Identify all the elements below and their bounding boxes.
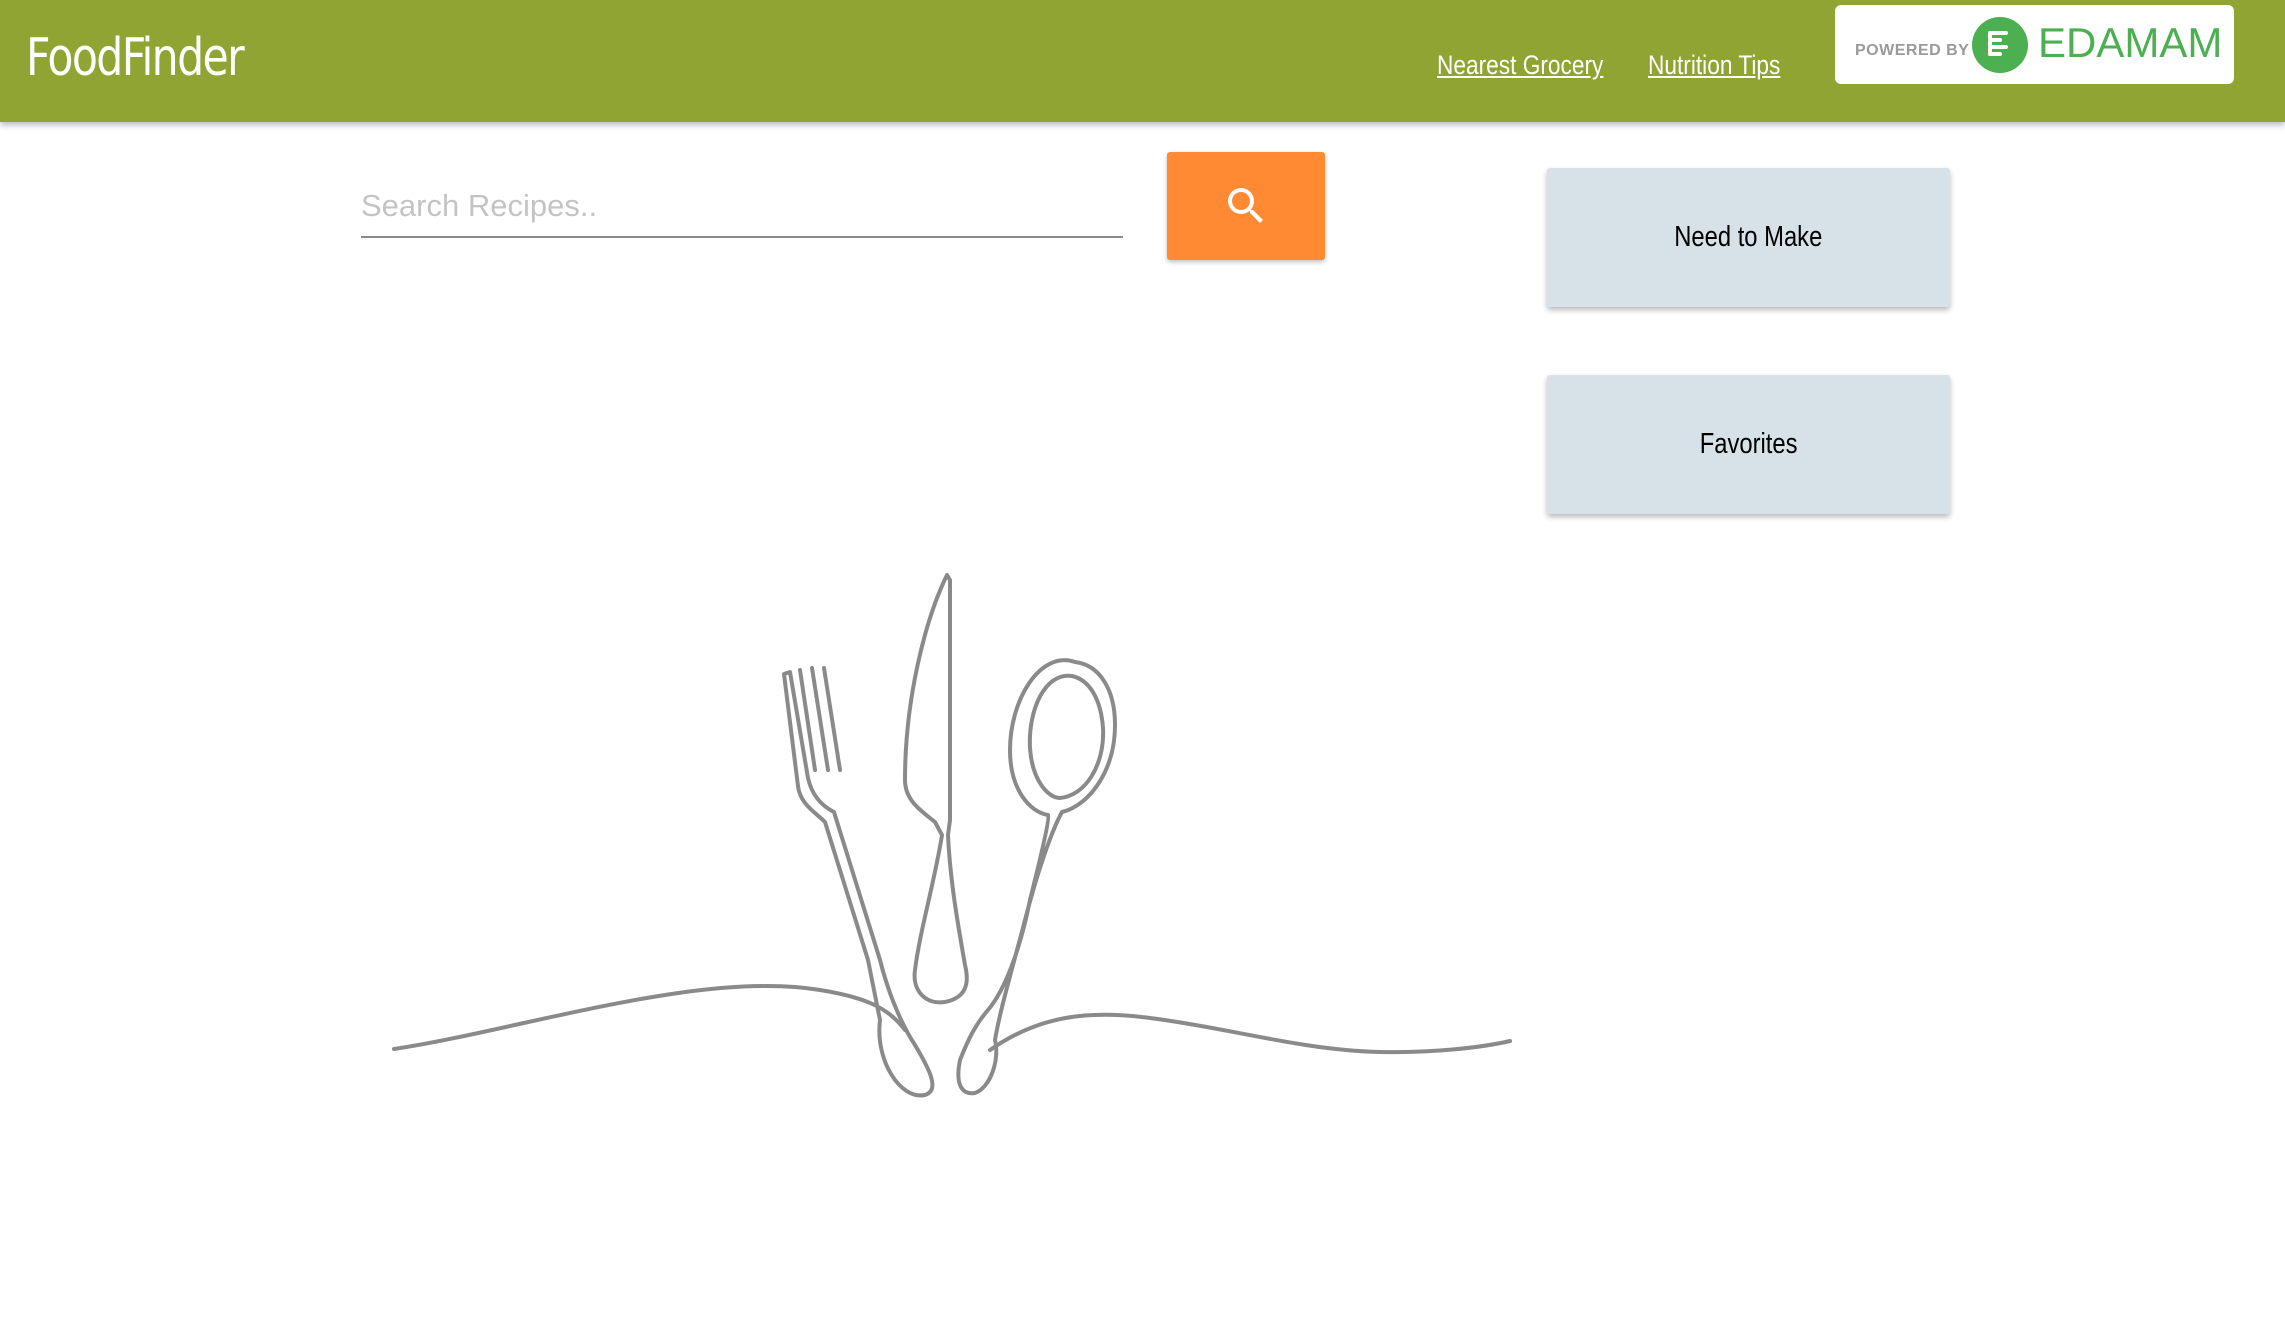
cutlery-line-art-icon: [392, 573, 1512, 1098]
edamam-attribution-badge[interactable]: POWERED BY EDAMAM: [1835, 5, 2234, 84]
spoon-inner-stroke: [1027, 673, 1106, 800]
knife-stroke: [903, 573, 969, 1005]
baseline-left-stroke: [392, 983, 907, 1051]
navbar: FoodFinder Nearest Grocery Nutrition Tip…: [0, 0, 2285, 122]
search-button[interactable]: [1167, 152, 1325, 260]
fork-stroke: [782, 670, 935, 1098]
favorites-button[interactable]: Favorites: [1547, 375, 1950, 514]
baseline-right-stroke: [988, 1012, 1512, 1055]
nav-link-nutrition-tips[interactable]: Nutrition Tips: [1648, 52, 1780, 79]
search-input[interactable]: [361, 176, 1123, 238]
nav-link-nearest-grocery[interactable]: Nearest Grocery: [1437, 52, 1603, 79]
need-to-make-button[interactable]: Need to Make: [1547, 168, 1950, 307]
brand-title[interactable]: FoodFinder: [26, 32, 245, 84]
powered-by-label: POWERED BY: [1855, 42, 1970, 59]
favorites-label: Favorites: [1699, 428, 1798, 460]
search-icon: [1228, 188, 1263, 223]
edamam-logo-icon: [1972, 17, 2028, 73]
edamam-name: EDAMAM: [2038, 19, 2223, 66]
need-to-make-label: Need to Make: [1674, 221, 1823, 253]
spoon-stroke: [956, 658, 1117, 1096]
